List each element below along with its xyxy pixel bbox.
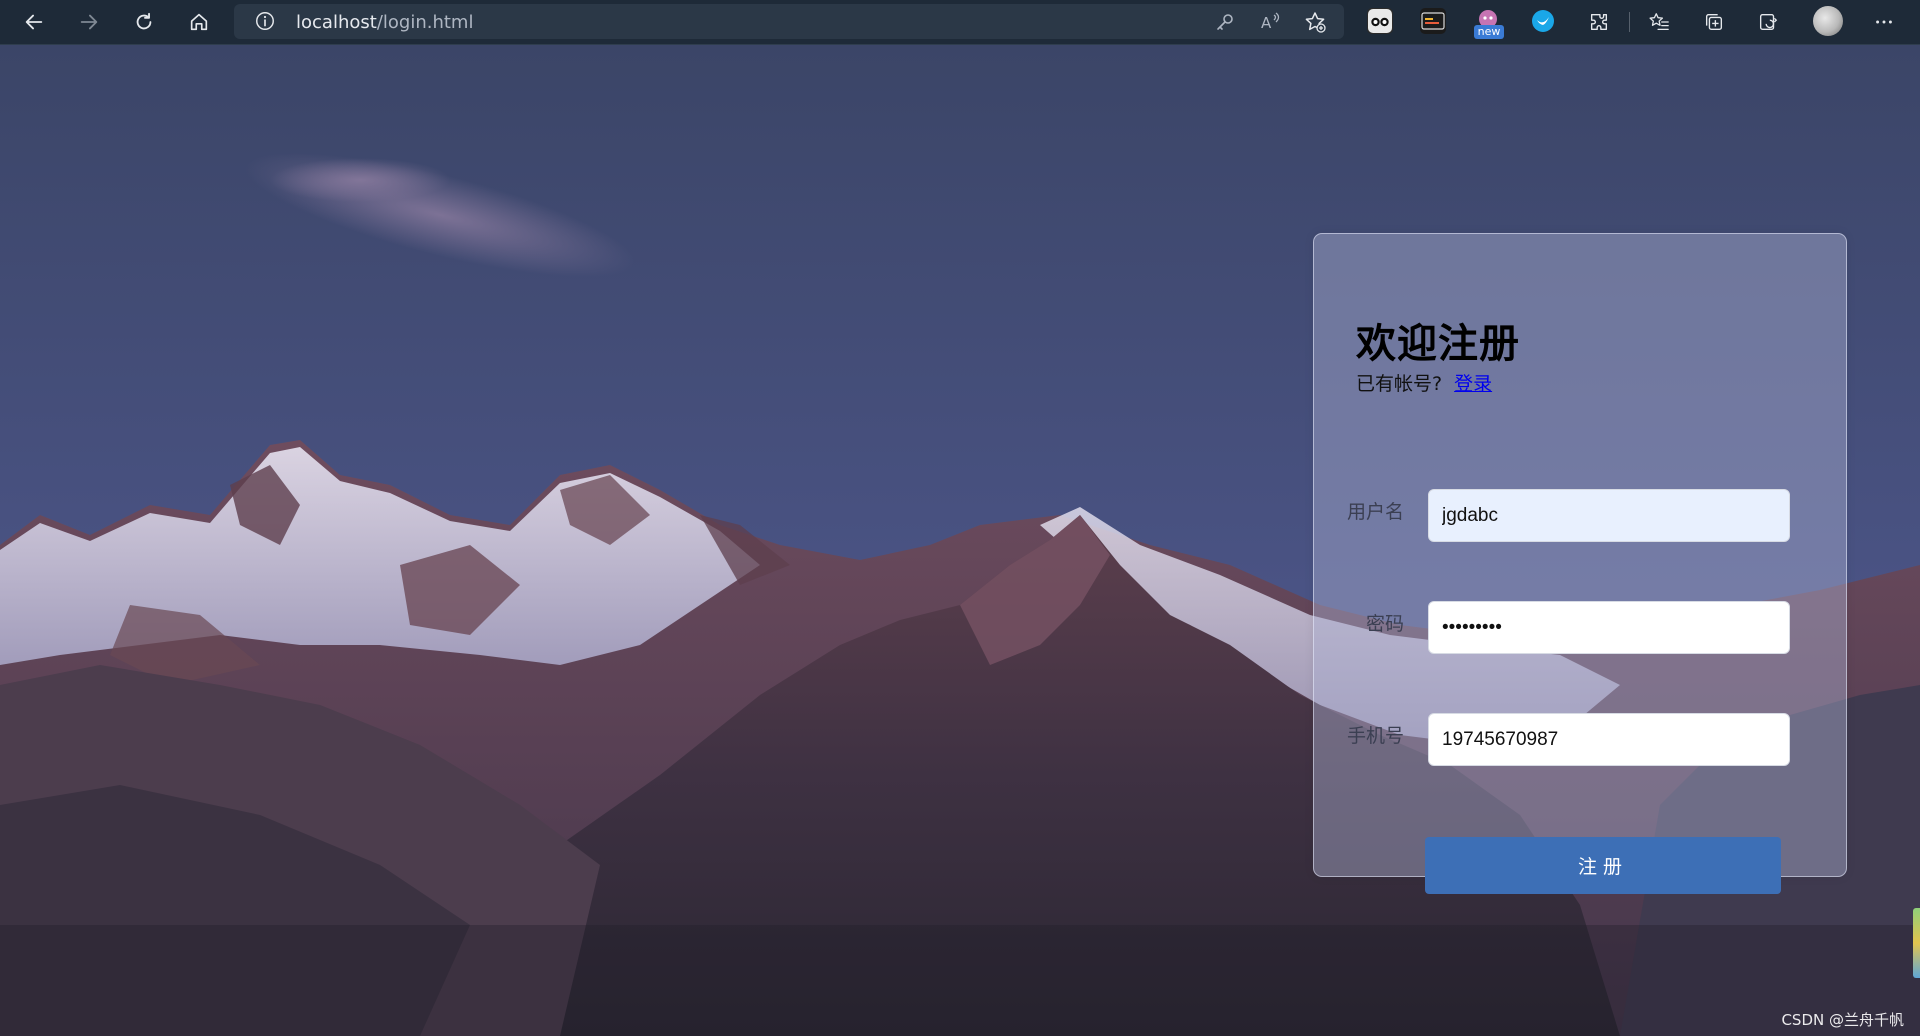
add-favorite-icon[interactable]: [1303, 10, 1327, 34]
forward-button[interactable]: [72, 5, 106, 39]
watermark: CSDN @兰舟千帆: [1781, 1011, 1904, 1029]
extension-terminal[interactable]: [1420, 8, 1446, 34]
phone-input[interactable]: [1428, 713, 1790, 766]
reload-icon: [136, 12, 152, 30]
site-info-icon[interactable]: [254, 10, 276, 32]
page-viewport: 欢迎注册 已有帐号? 登录 用户名 密码 手机号 注册 CSDN @兰舟千帆: [0, 45, 1920, 1036]
phone-label: 手机号: [1346, 725, 1404, 747]
favorites-list-icon: [1649, 13, 1669, 30]
performance-button[interactable]: [1751, 5, 1785, 39]
login-hint: 已有帐号? 登录: [1356, 369, 1492, 396]
url-host: localhost: [296, 12, 377, 33]
new-badge: new: [1474, 25, 1504, 39]
extensions-button[interactable]: [1582, 5, 1616, 39]
terminal-icon: [1421, 12, 1445, 30]
url-path: /login.html: [376, 12, 474, 33]
puzzle-icon: [1590, 13, 1608, 31]
register-button[interactable]: 注册: [1425, 837, 1781, 894]
scroll-indicator: [1913, 908, 1920, 978]
login-link[interactable]: 登录: [1454, 373, 1492, 395]
svg-text:A: A: [1261, 14, 1272, 32]
browser-toolbar: localhost/login.html A new: [0, 0, 1920, 45]
register-panel: 欢迎注册 已有帐号? 登录 用户名 密码 手机号 注册: [1313, 233, 1847, 894]
password-label: 密码: [1365, 613, 1404, 635]
reload-button[interactable]: [127, 5, 161, 39]
extension-glasses[interactable]: [1367, 8, 1393, 34]
key-icon[interactable]: [1213, 10, 1237, 34]
read-aloud-icon[interactable]: A: [1258, 10, 1282, 34]
cheat-glasses-icon: [1368, 9, 1392, 33]
back-arrow-icon: [25, 14, 43, 30]
forward-arrow-icon: [80, 14, 98, 30]
back-button[interactable]: [17, 5, 51, 39]
toolbar-divider: [1629, 12, 1630, 32]
page-title: 欢迎注册: [1356, 321, 1520, 367]
browser-essentials-icon: [1759, 13, 1778, 31]
settings-menu-button[interactable]: [1867, 5, 1901, 39]
login-hint-text: 已有帐号?: [1356, 373, 1443, 395]
more-icon: [1876, 20, 1892, 24]
username-label: 用户名: [1346, 501, 1404, 523]
extension-bird[interactable]: [1530, 8, 1556, 34]
home-icon: [190, 13, 208, 31]
url-text: localhost/login.html: [296, 12, 473, 33]
bird-icon: [1532, 10, 1554, 32]
favorites-button[interactable]: [1642, 5, 1676, 39]
profile-avatar[interactable]: [1813, 6, 1843, 36]
username-input[interactable]: [1428, 489, 1790, 542]
collections-icon: [1705, 13, 1723, 31]
address-bar[interactable]: localhost/login.html A: [234, 4, 1344, 39]
collections-button[interactable]: [1697, 5, 1731, 39]
password-input[interactable]: [1428, 601, 1790, 654]
home-button[interactable]: [182, 5, 216, 39]
